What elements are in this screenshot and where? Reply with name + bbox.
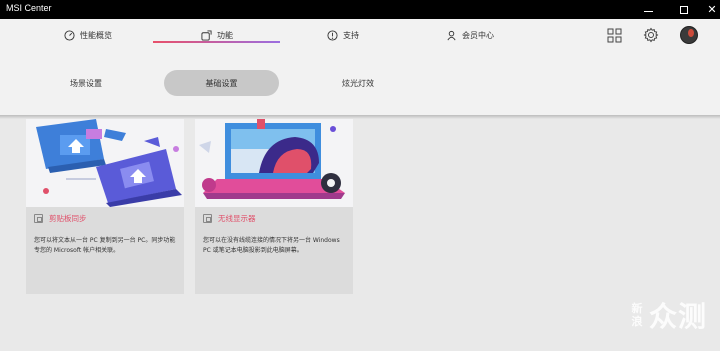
grid-button[interactable]: [604, 25, 624, 45]
tab-features[interactable]: 功能: [201, 19, 233, 52]
feature-card-icon: [34, 214, 43, 223]
watermark-big-text: 众测: [649, 300, 708, 333]
feature-description: 您可以在没有线缆连接的情况下将另一台 Windows PC 或笔记本电脑投影到此…: [203, 237, 340, 254]
feature-content: 剪贴板同步 您可以将文本从一台 PC 复制到另一台 PC。同步功能专您的 Mic…: [0, 119, 720, 351]
feature-title: 无线显示器: [218, 214, 256, 223]
active-tab-indicator: [153, 41, 280, 43]
sub-tabs: 场景设置 基础设置 炫光灯效: [0, 52, 720, 115]
close-icon: ✕: [707, 3, 717, 16]
watermark: 新浪 众测: [628, 295, 707, 335]
feature-header: 剪贴板同步: [34, 213, 87, 224]
app-title: MSI Center: [6, 3, 52, 13]
tab-support[interactable]: 支持: [327, 19, 359, 52]
feature-card-wireless-display[interactable]: 无线显示器 您可以在没有线缆连接的情况下将另一台 Windows PC 或笔记本…: [195, 119, 353, 294]
tab-support-label: 支持: [343, 31, 359, 40]
feature-description: 您可以将文本从一台 PC 复制到另一台 PC。同步功能专您的 Microsoft…: [34, 237, 176, 254]
grid-icon: [607, 28, 621, 42]
tab-features-label: 功能: [217, 31, 233, 40]
avatar[interactable]: [680, 26, 698, 44]
tab-membership-label: 会员中心: [462, 31, 494, 40]
feature-card-icon: [203, 214, 212, 223]
maximize-button[interactable]: [669, 0, 699, 19]
maximize-icon: [680, 5, 688, 14]
watermark-small-text: 新浪: [631, 302, 643, 328]
minimize-button[interactable]: [633, 0, 663, 19]
settings-button[interactable]: [641, 25, 661, 45]
tab-membership[interactable]: 会员中心: [446, 19, 494, 52]
feature-icon: [201, 30, 212, 41]
close-button[interactable]: ✕: [697, 0, 720, 19]
subtab-mystic-light[interactable]: 炫光灯效: [318, 70, 398, 96]
feature-card-clipboard-sync[interactable]: 剪贴板同步 您可以将文本从一台 PC 复制到另一台 PC。同步功能专您的 Mic…: [26, 119, 184, 294]
tab-performance[interactable]: 性能概览: [64, 19, 112, 52]
tab-performance-label: 性能概览: [80, 31, 112, 40]
feature-header: 无线显示器: [203, 213, 256, 224]
gauge-icon: [64, 30, 75, 41]
wireless-display-illustration: [195, 119, 353, 207]
title-bar: MSI Center ✕: [0, 0, 720, 19]
feature-title: 剪贴板同步: [49, 214, 87, 223]
subtab-scene-settings[interactable]: 场景设置: [48, 70, 124, 96]
gear-icon: [643, 27, 659, 43]
minimize-icon: [643, 10, 653, 13]
support-icon: [327, 30, 338, 41]
user-icon: [447, 30, 456, 41]
clipboard-sync-illustration: [26, 119, 184, 207]
main-nav: 性能概览 功能 支持 会员中心: [0, 19, 720, 52]
subtab-basic-settings[interactable]: 基础设置: [164, 70, 279, 96]
